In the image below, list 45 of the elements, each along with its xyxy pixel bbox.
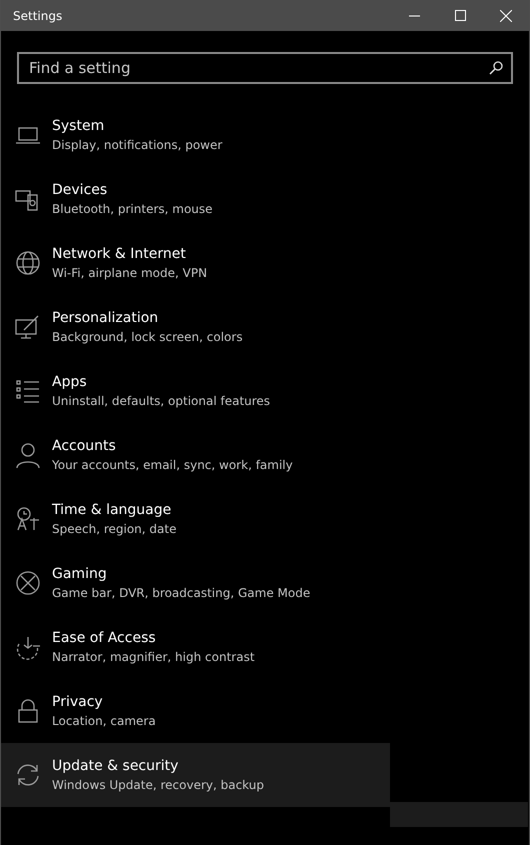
globe-icon: [15, 250, 41, 276]
settings-category[interactable]: Privacy Location, camera: [1, 679, 390, 743]
list-icon: [15, 378, 41, 404]
category-title: System: [52, 116, 106, 136]
settings-category[interactable]: Accounts Your accounts, email, sync, work, family: [1, 423, 390, 487]
category-description: Wi-Fi, airplane mode, VPN: [52, 264, 208, 282]
category-title: Network & Internet: [52, 244, 187, 264]
category-description: Display, notifications, power: [52, 136, 222, 154]
category-title: Privacy: [52, 692, 104, 712]
minimize-icon: [408, 14, 420, 16]
settings-category[interactable]: Time & language Speech, region, date: [1, 487, 390, 551]
settings-category[interactable]: Apps Uninstall, defaults, optional features: [1, 359, 390, 423]
category-title: Devices: [52, 180, 108, 200]
search-field[interactable]: Find a setting: [17, 52, 513, 84]
person-icon: [15, 442, 41, 468]
category-title: Gaming: [52, 564, 108, 584]
category-description: Uninstall, defaults, optional features: [52, 392, 270, 410]
sync-icon: [15, 762, 41, 788]
category-title: Personalization: [52, 308, 160, 328]
settings-category[interactable]: Update & security Windows Update, recovery, backup: [1, 743, 390, 807]
settings-category[interactable]: Personalization Background, lock screen, colors: [1, 295, 390, 359]
clock-language-icon: [15, 506, 41, 532]
settings-category[interactable]: Ease of Access Narrator, magnifier, high contrast: [1, 615, 390, 679]
settings-category[interactable]: System Display, notifications, power: [1, 103, 390, 167]
settings-category[interactable]: Devices Bluetooth, printers, mouse: [1, 167, 390, 231]
category-description: Windows Update, recovery, backup: [52, 776, 264, 794]
close-icon: [500, 10, 512, 22]
category-description: Bluetooth, printers, mouse: [52, 200, 213, 218]
settings-category[interactable]: Network & Internet Wi-Fi, airplane mode, VPN: [1, 231, 390, 295]
category-title: Accounts: [52, 436, 117, 456]
accessibility-icon: [15, 634, 41, 660]
settings-category[interactable]: Gaming Game bar, DVR, broadcasting, Game Mode: [1, 551, 390, 615]
category-title: Time & language: [52, 500, 172, 520]
category-title: Update & security: [52, 756, 180, 776]
search-icon: [489, 61, 503, 75]
category-description: Background, lock screen, colors: [52, 328, 243, 346]
category-title: Ease of Access: [52, 628, 157, 648]
category-description: Your accounts, email, sync, work, family: [52, 456, 293, 474]
window-title: Settings: [12, 8, 64, 24]
category-description: Game bar, DVR, broadcasting, Game Mode: [52, 584, 310, 602]
category-description: Narrator, magnifier, high contrast: [52, 648, 255, 666]
category-description: Location, camera: [52, 712, 156, 730]
category-title: Apps: [52, 372, 88, 392]
maximize-icon: [454, 10, 466, 21]
category-description: Speech, region, date: [52, 520, 176, 538]
